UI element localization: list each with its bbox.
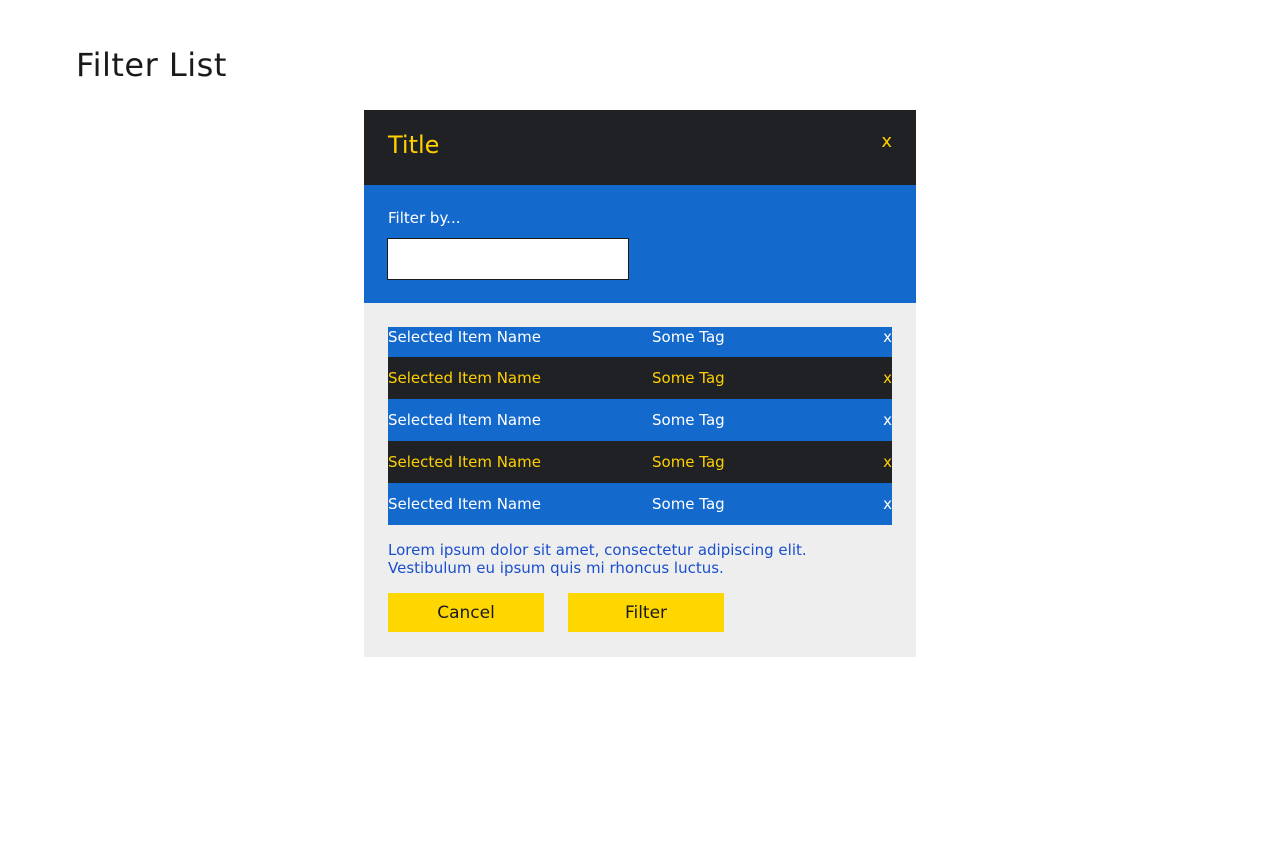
list-item: Selected Item Name Some Tag x [388,399,892,441]
modal-title: Title [388,131,440,159]
filter-button[interactable]: Filter [568,593,724,632]
item-tag: Some Tag [652,495,725,513]
item-tag: Some Tag [652,411,725,429]
close-button[interactable]: x [881,131,892,152]
item-name: Selected Item Name [388,495,541,513]
filter-section: Filter by... [364,185,916,303]
remove-item-button[interactable]: x [883,328,892,346]
remove-item-button[interactable]: x [883,495,892,513]
item-tag: Some Tag [652,328,725,346]
item-name: Selected Item Name [388,453,541,471]
list-item: Selected Item Name Some Tag x [388,357,892,399]
description-text: Lorem ipsum dolor sit amet, consectetur … [388,541,807,577]
remove-item-button[interactable]: x [883,453,892,471]
item-tag: Some Tag [652,453,725,471]
filter-modal: Title x Filter by... Selected Item Name … [364,110,916,657]
list-item: Selected Item Name Some Tag x [388,327,892,357]
item-tag: Some Tag [652,369,725,387]
modal-header: Title x [364,110,916,185]
selected-items-list: Selected Item Name Some Tag x Selected I… [388,327,892,525]
item-name: Selected Item Name [388,328,541,346]
item-name: Selected Item Name [388,411,541,429]
list-item: Selected Item Name Some Tag x [388,441,892,483]
item-name: Selected Item Name [388,369,541,387]
remove-item-button[interactable]: x [883,369,892,387]
page-title: Filter List [76,46,227,84]
filter-label: Filter by... [388,209,461,227]
remove-item-button[interactable]: x [883,411,892,429]
cancel-button[interactable]: Cancel [388,593,544,632]
filter-input[interactable] [387,238,629,280]
list-item: Selected Item Name Some Tag x [388,483,892,525]
